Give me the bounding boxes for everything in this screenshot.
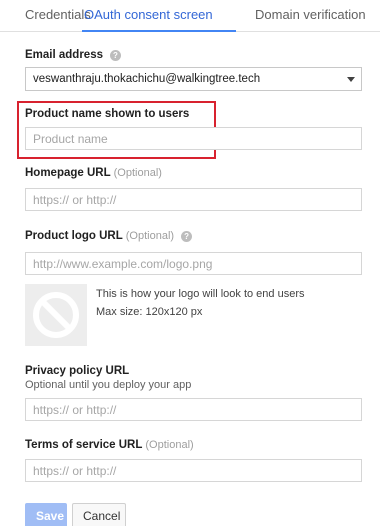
email-select[interactable]: veswanthraju.thokachichu@walkingtree.tec… [25,67,362,91]
homepage-label-text: Homepage URL [25,167,111,179]
optional-tag: (Optional) [125,230,175,242]
homepage-label: Homepage URL (Optional) [25,167,162,179]
email-select-value: veswanthraju.thokachichu@walkingtree.tec… [33,73,261,85]
save-button[interactable]: Save [25,503,67,526]
help-icon[interactable]: ? [109,50,121,61]
cancel-button[interactable]: Cancel [72,503,126,526]
product-name-input[interactable] [25,127,362,150]
privacy-policy-label: Privacy policy URL [25,365,130,377]
active-tab-indicator [82,30,236,32]
tab-domain-verification[interactable]: Domain verification [255,7,366,22]
homepage-url-input[interactable] [25,188,362,211]
no-image-icon [33,292,79,338]
terms-of-service-input[interactable] [25,459,362,482]
email-label: Email address? [25,49,121,61]
tab-credentials[interactable]: Credentials [25,7,91,22]
logo-max-size: Max size: 120x120 px [96,306,203,318]
terms-label: Terms of service URL (Optional) [25,439,194,451]
optional-tag: (Optional) [113,167,162,179]
help-icon[interactable]: ? [181,231,193,242]
logo-url-label-text: Product logo URL [25,230,123,242]
logo-preview-caption: This is how your logo will look to end u… [96,288,305,300]
product-name-label: Product name shown to users [25,108,190,120]
logo-placeholder [25,284,87,346]
privacy-policy-input[interactable] [25,398,362,421]
terms-label-text: Terms of service URL [25,439,143,451]
email-label-text: Email address [25,49,103,61]
tab-oauth-consent-screen[interactable]: OAuth consent screen [84,7,213,22]
tab-bar: Credentials OAuth consent screen Domain … [0,0,380,32]
logo-url-label: Product logo URL (Optional)? [25,230,193,242]
dropdown-caret-icon [347,77,355,82]
logo-url-input[interactable] [25,252,362,275]
optional-tag: (Optional) [145,439,194,451]
privacy-policy-hint: Optional until you deploy your app [25,379,192,391]
